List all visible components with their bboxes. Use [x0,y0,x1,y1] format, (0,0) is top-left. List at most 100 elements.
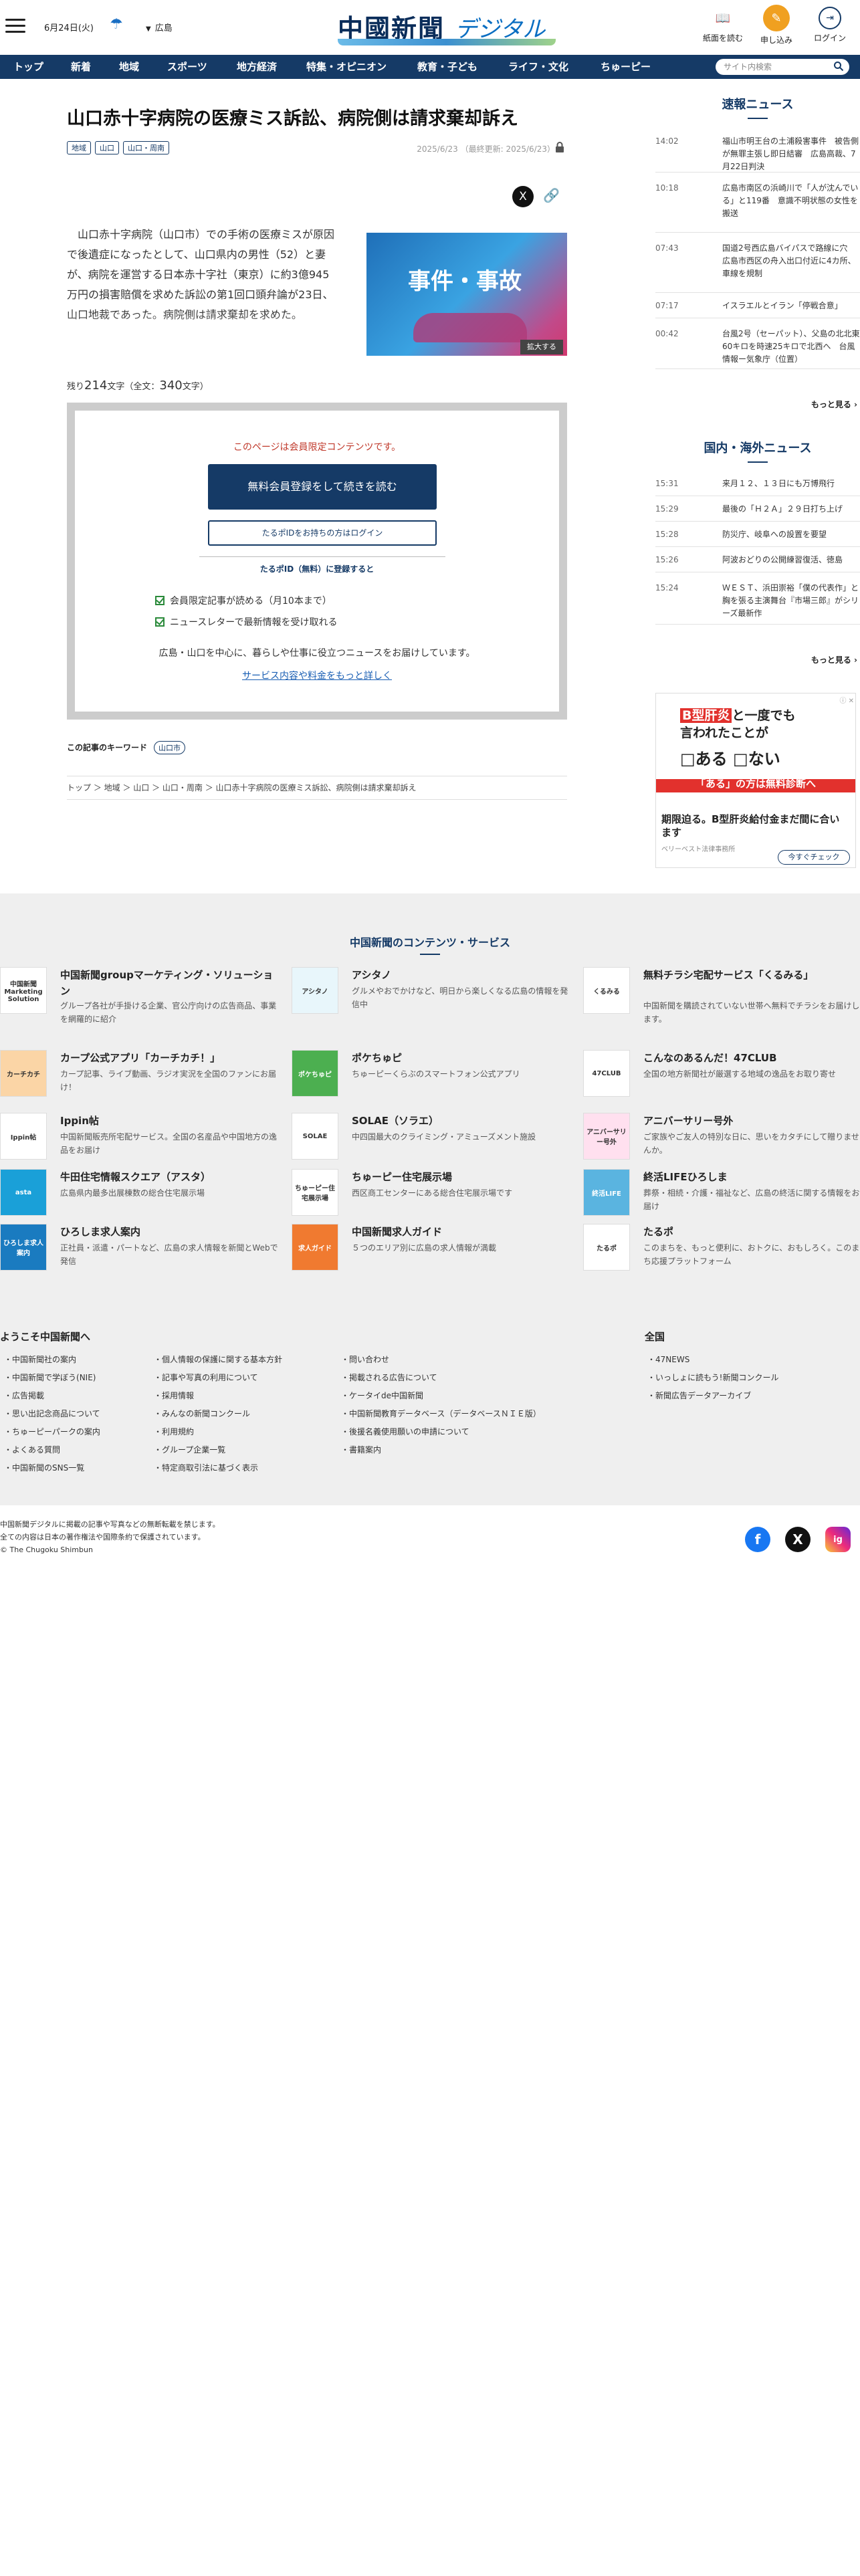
service-name: Ippin帖 [60,1115,99,1127]
nav-life[interactable]: ライフ・文化 [508,55,568,79]
paywall-login-button[interactable]: たるポIDをお持ちの方はログイン [208,520,437,546]
news-text: ＷＥＳＴ、浜田崇裕「僕の代表作」と胸を張る主演舞台『市場三郎』がシリーズ最新作 [722,583,859,618]
search-icon[interactable] [833,61,844,72]
tag-yamaguchi-shunan[interactable]: 山口・周南 [123,141,169,154]
list-item[interactable]: 07:43 国道2号西広島バイパスで路線に穴 広島市西区の舟入出口付近に4カ所、車… [655,233,860,293]
list-item[interactable]: 15:24 ＷＥＳＴ、浜田崇裕「僕の代表作」と胸を張る主演舞台『市場三郎』がシリー… [655,572,860,625]
apply-button[interactable]: ✎ 申し込み [753,5,800,45]
list-item[interactable]: 00:42 台風2号（セーパット）、父島の北北東60キロを時速25キロで北西へ 台… [655,318,860,369]
remaining-count: 214 [84,379,108,393]
footer-link[interactable]: 掲載される広告について [341,1369,437,1387]
service-logo-icon: ちゅーピー住宅展示場 [292,1169,338,1216]
nav-region[interactable]: 地域 [119,55,139,79]
copyright-line: 全ての内容は日本の著作権法や国際条約で保護されています。 [0,1533,205,1541]
world-more-link[interactable]: もっと見る › [655,654,857,665]
ad-line3: □ある □ない [680,750,780,768]
ad-line1b: と一度でも [732,708,796,723]
ad-cta-button[interactable]: 今すぐチェック [778,850,850,865]
paywall-sub: たるポID（無料）に登録すると [259,564,374,574]
book-icon: 📖 [715,11,731,25]
x-icon[interactable]: X [785,1527,811,1552]
instagram-icon[interactable]: ig [825,1527,851,1552]
apply-label: 申し込み [760,35,792,45]
ad-close-icon[interactable]: ⓘ ✕ [839,695,854,705]
list-item[interactable]: 15:26 阿波おどりの公開練習復活、徳島 [655,547,860,572]
footer-link[interactable]: 広告掲載 [4,1387,44,1405]
breaking-more-link[interactable]: もっと見る › [655,399,857,410]
footer-link[interactable]: 採用情報 [154,1387,194,1405]
news-text: 防災庁、岐阜への設置を要望 [722,530,827,539]
footer-link[interactable]: 書籍案内 [341,1441,381,1459]
service-name: ひろしま求人案内 [60,1226,141,1238]
tag-region[interactable]: 地域 [67,141,91,154]
news-text: 来月１２、１３日にも万博飛行 [722,479,835,488]
service-details-link[interactable]: サービス内容や料金をもっと詳しく [75,669,559,682]
footer-link[interactable]: よくある質問 [4,1441,60,1459]
zoom-button[interactable]: 拡大する [520,340,563,354]
list-item[interactable]: 15:28 防災庁、岐阜への設置を要望 [655,522,860,547]
login-button[interactable]: ⇥ ログイン [807,7,853,43]
article-tags: 地域 山口 山口・周南 [67,141,173,154]
list-item[interactable]: 15:29 最後の「Ｈ２Ａ」２９日打ち上げ [655,496,860,522]
ad-banner[interactable]: B型肝炎 と一度でも 言われたことが □ある □ない 「ある」の方は無料診断へ 期… [655,693,856,868]
world-news-title: 国内・海外ニュース [655,439,860,463]
article-photo[interactable]: 事件・事故 [366,233,567,356]
list-item[interactable]: 07:17 イスラエルとイラン「停戦合意」 [655,293,860,318]
footer-link[interactable]: 問い合わせ [341,1351,389,1369]
article-title: 山口赤十字病院の医療ミス訴訟、病院側は請求棄却訴え [67,108,518,129]
footer-link[interactable]: ちゅーピーパークの案内 [4,1423,100,1441]
list-item[interactable]: 14:02 福山市明王台の土浦殺害事件 被告側が無罪主張し即日結審 広島高裁、7月… [655,126,860,173]
world-news-list: 15:31 来月１２、１３日にも万博飛行 15:29 最後の「Ｈ２Ａ」２９日打ち上げ… [655,471,860,625]
menu-icon[interactable] [5,19,25,33]
footer-link[interactable]: 47NEWS [647,1351,689,1369]
footer-link[interactable]: 中国新聞のSNS一覧 [4,1459,84,1477]
nav-economy[interactable]: 地方経済 [237,55,277,79]
footer-link[interactable]: 新聞広告データアーカイブ [647,1387,751,1405]
footer-link[interactable]: ケータイde中国新聞 [341,1387,423,1405]
divider [199,556,445,557]
read-paper-button[interactable]: 📖 紙面を読む [700,7,746,43]
lead-fade [67,312,341,352]
total-unit: 文字） [182,382,209,392]
nav-new[interactable]: 新着 [71,55,91,79]
footer-link[interactable]: みんなの新聞コンクール [154,1405,250,1423]
nav-feature[interactable]: 特集・オピニオン [306,55,387,79]
footer-link[interactable]: 特定商取引法に基づく表示 [154,1459,258,1477]
umbrella-weather-icon[interactable]: ☂ [110,16,123,33]
facebook-icon[interactable]: f [745,1527,770,1552]
site-logo[interactable]: 中國新聞 デジタル [338,8,556,48]
footer-link[interactable]: 利用規約 [154,1423,194,1441]
keyword-tag[interactable]: 山口市 [154,741,186,754]
news-time: 07:17 [655,301,679,310]
tag-yamaguchi[interactable]: 山口 [95,141,119,154]
list-item[interactable]: 10:18 広島市南区の浜崎川で「人が沈んでいる」と119番 意識不明状態の女性を… [655,173,860,233]
footer-link[interactable]: 個人情報の保護に関する基本方針 [154,1351,282,1369]
logo-wave [338,39,556,45]
register-button[interactable]: 無料会員登録をして続きを読む [208,464,437,510]
nav-top[interactable]: トップ [13,55,43,79]
footer-link[interactable]: いっしょに読もう!新聞コンクール [647,1369,778,1387]
nav-education[interactable]: 教育・子ども [417,55,477,79]
nav-chupi[interactable]: ちゅーピー [601,55,651,79]
service-logo-icon: 47CLUB [583,1050,630,1097]
nav-sports[interactable]: スポーツ [167,55,207,79]
x-share-icon[interactable]: X [512,186,534,207]
footer-link[interactable]: 中国新聞社の案内 [4,1351,76,1369]
news-time: 15:24 [655,583,679,593]
ad-banner-text: 「ある」の方は無料診断へ [695,778,816,790]
footer-link[interactable]: 後援名義使用願いの申請について [341,1423,469,1441]
link-copy-icon[interactable]: 🔗 [543,187,560,203]
search-input[interactable]: サイト内検索 [716,59,849,75]
more-label: もっと見る [811,655,851,665]
footer-link[interactable]: 思い出記念商品について [4,1405,100,1423]
footer-link[interactable]: グループ企業一覧 [154,1441,225,1459]
news-text: 台風2号（セーパット）、父島の北北東60キロを時速25キロで北西へ 台風情報ー気… [722,329,860,364]
global-nav: トップ 新着 地域 スポーツ 地方経済 特集・オピニオン 教育・子ども ライフ・… [0,55,860,79]
list-item[interactable]: 15:31 来月１２、１３日にも万博飛行 [655,471,860,496]
region-selector[interactable]: ▼ 広島 [146,21,173,33]
keywords: この記事のキーワード 山口市 [67,741,189,754]
footer-link[interactable]: 中国新聞で学ぼう(NIE) [4,1369,96,1387]
breadcrumb[interactable]: トップ ＞ 地域 ＞ 山口 ＞ 山口・周南 ＞ 山口赤十字病院の医療ミス訴訟、病… [67,776,567,800]
footer-link[interactable]: 記事や写真の利用について [154,1369,258,1387]
footer-link[interactable]: 中国新聞教育データベース（データベースＮＩＥ版） [341,1405,541,1423]
